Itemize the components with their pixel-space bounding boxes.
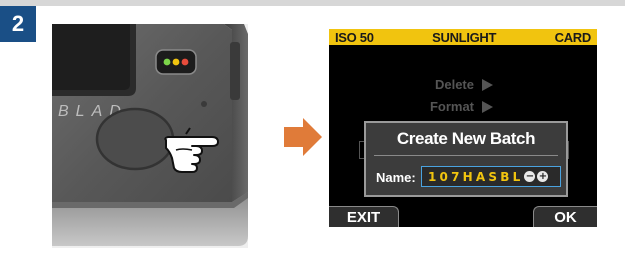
led-yellow (172, 58, 180, 66)
storage-indicator: CARD (554, 29, 592, 45)
create-batch-dialog: Create New Batch Name: 107HASBL − + (364, 121, 568, 197)
menu-item-delete[interactable]: Delete (409, 77, 529, 92)
camera-illustration: BLAD (52, 24, 248, 248)
iso-indicator: ISO 50 (335, 29, 374, 45)
camera-body-graphic: BLAD (52, 24, 248, 248)
batch-name-value: 107HASBL (428, 169, 524, 184)
exit-softkey[interactable]: EXIT (329, 206, 399, 227)
play-arrow-icon (482, 100, 493, 113)
led-red (181, 58, 189, 66)
dialog-divider (374, 155, 558, 156)
right-arrow-icon (284, 118, 322, 156)
batch-name-field[interactable]: 107HASBL − + (421, 166, 561, 187)
led-green (163, 58, 171, 66)
play-arrow-icon (482, 78, 493, 91)
step-number-badge: 2 (0, 6, 36, 42)
menu-item-label: Format (429, 99, 474, 114)
status-bar: ISO 50 SUNLIGHT CARD (329, 29, 597, 45)
camera-round-button (95, 107, 175, 171)
camera-lcd-screen: ISO 50 SUNLIGHT CARD Delete Format Creat… (329, 29, 597, 227)
dialog-title: Create New Batch (396, 129, 536, 148)
name-label: Name: (376, 170, 416, 185)
menu-item-label: Delete (434, 77, 474, 92)
white-balance-indicator: SUNLIGHT (432, 29, 497, 45)
menu-item-format[interactable]: Format (409, 99, 529, 114)
minus-icon[interactable]: − (524, 171, 536, 182)
plus-icon[interactable]: + (537, 171, 549, 182)
top-rule (0, 0, 625, 6)
ok-softkey[interactable]: OK (533, 206, 597, 227)
